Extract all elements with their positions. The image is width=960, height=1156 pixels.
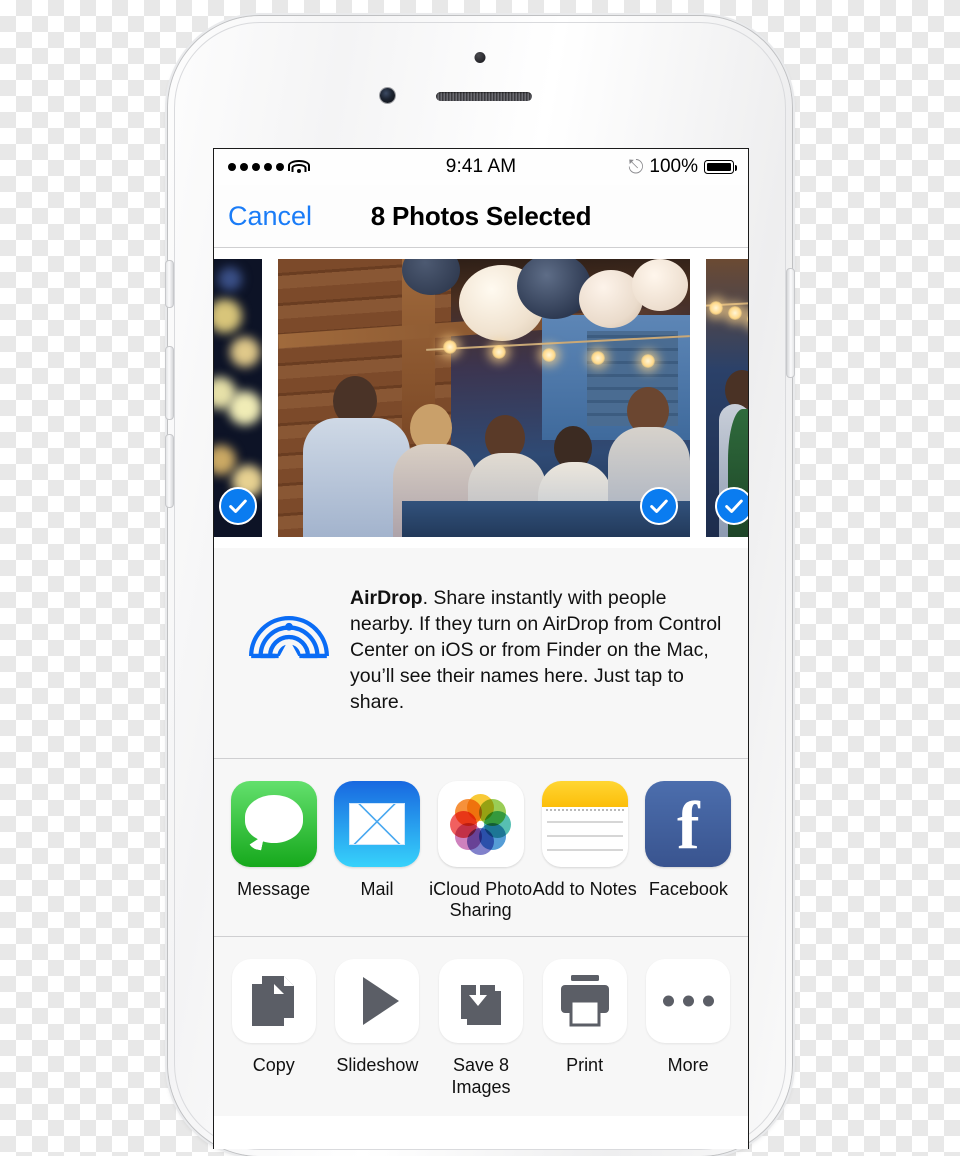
airdrop-description: AirDrop. Share instantly with people nea… [350,578,726,724]
selected-check-badge[interactable] [640,487,678,525]
save-glyph [460,977,501,1026]
earpiece-speaker [436,92,532,101]
iphone-device: 9:41 AM ⎋ 100% Cancel 8 Photos Selected [165,16,795,1156]
selected-check-badge[interactable] [715,487,748,525]
share-target-message[interactable]: Message [222,781,325,920]
action-label: Save 8 Images [451,1055,511,1097]
printer-icon[interactable] [542,959,627,1044]
front-camera [380,88,395,103]
messages-icon[interactable] [230,781,317,867]
action-save-images[interactable]: Save 8 Images [429,959,533,1097]
action-label: More [667,1055,709,1076]
status-bar-right: ⎋ 100% [628,156,738,178]
actions-row[interactable]: Copy Slideshow Save 8 Images Print More [214,937,748,1116]
action-label: Slideshow [336,1055,419,1076]
facebook-icon[interactable]: f [645,781,732,867]
share-target-label: Message [237,879,311,899]
page-title: 8 Photos Selected [370,200,592,231]
checkmark-icon [725,499,743,513]
action-slideshow[interactable]: Slideshow [326,959,430,1097]
share-target-icloud-photo-sharing[interactable]: iCloud Photo Sharing [429,781,533,920]
photo-thumbnail-string-lights[interactable] [706,259,748,537]
ellipsis-icon[interactable] [646,959,731,1044]
phone-screen: 9:41 AM ⎋ 100% Cancel 8 Photos Selected [213,148,749,1149]
notes-icon[interactable] [541,781,628,867]
action-copy[interactable]: Copy [222,959,326,1097]
action-more[interactable]: More [636,959,740,1097]
airdrop-glyph [249,615,329,662]
share-target-label: iCloud Photo Sharing [429,879,533,920]
photo-image [278,259,690,537]
copy-glyph [251,976,294,1027]
airdrop-title: AirDrop [350,587,423,609]
navigation-bar: Cancel 8 Photos Selected [214,185,748,248]
battery-percent-label: 100% [649,156,698,177]
share-target-add-to-notes[interactable]: Add to Notes [533,781,637,920]
photos-icon[interactable] [437,781,524,867]
save-download-icon[interactable] [438,959,523,1044]
share-apps-row[interactable]: Message Mail iCloud Photo Sharing Add to… [214,759,748,938]
selected-check-badge[interactable] [219,487,257,525]
photo-strip[interactable] [214,248,748,548]
power-button[interactable] [786,268,795,378]
share-target-mail[interactable]: Mail [325,781,428,920]
share-target-label: Add to Notes [532,879,637,899]
play-glyph [363,977,400,1026]
copy-icon[interactable] [231,959,316,1044]
share-target-label: Mail [360,879,394,899]
photo-thumbnail-party-lanterns[interactable] [278,259,690,537]
share-target-label: Facebook [648,879,728,899]
battery-icon [704,160,738,174]
status-bar: 9:41 AM ⎋ 100% [214,149,748,185]
action-label: Print [566,1055,604,1076]
checkmark-icon [229,499,247,513]
volume-down-button[interactable] [165,434,174,508]
proximity-sensor [474,52,486,63]
airdrop-icon[interactable] [246,582,332,668]
action-print[interactable]: Print [533,959,637,1097]
printer-glyph [560,975,609,1027]
checkmark-icon [650,499,668,513]
action-label: Copy [252,1055,295,1076]
play-icon[interactable] [335,959,420,1044]
silent-switch[interactable] [165,260,174,308]
volume-up-button[interactable] [165,346,174,420]
bluetooth-icon: ⎋ [628,156,644,178]
airdrop-section: AirDrop. Share instantly with people nea… [214,548,748,759]
photo-thumbnail-night-bokeh[interactable] [214,259,262,537]
mail-icon[interactable] [333,781,420,867]
share-target-facebook[interactable]: f Facebook [637,781,740,920]
